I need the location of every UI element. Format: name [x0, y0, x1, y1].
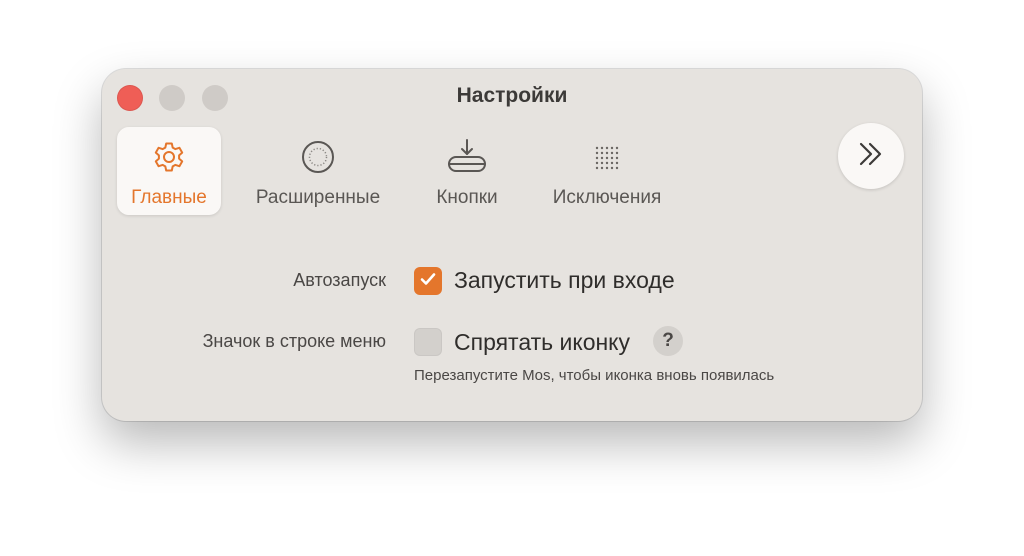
- circle-dots-icon: [300, 137, 336, 175]
- help-button[interactable]: ?: [653, 326, 683, 356]
- tab-general[interactable]: Главные: [117, 127, 221, 215]
- dot-grid-icon: [590, 137, 624, 175]
- tab-general-label: Главные: [131, 187, 207, 208]
- checkmark-icon: [418, 269, 438, 294]
- tab-advanced[interactable]: Расширенные: [245, 127, 391, 215]
- tab-buttons-label: Кнопки: [436, 187, 498, 208]
- preferences-window: Настройки Главные Расширенные Кнопки Иск…: [102, 69, 922, 421]
- hide-icon-option-label[interactable]: Спрятать иконку: [454, 329, 630, 356]
- tab-exclusions[interactable]: Исключения: [542, 127, 672, 215]
- autostart-checkbox[interactable]: [414, 267, 442, 295]
- window-title: Настройки: [456, 84, 568, 107]
- double-chevron-right-icon: [856, 141, 886, 172]
- autostart-option-label[interactable]: Запустить при входе: [454, 267, 675, 294]
- tray-download-icon: [445, 137, 489, 175]
- hide-icon-checkbox[interactable]: [414, 328, 442, 356]
- menubar-icon-label: Значок в строке меню: [202, 331, 386, 351]
- restart-hint: Перезапустите Mos, чтобы иконка вновь по…: [414, 367, 775, 384]
- tab-advanced-label: Расширенные: [255, 187, 381, 208]
- autostart-label: Автозапуск: [293, 270, 386, 290]
- toolbar-overflow-button[interactable]: [838, 123, 904, 189]
- tab-buttons[interactable]: Кнопки: [422, 127, 512, 215]
- gear-icon: [151, 137, 187, 175]
- tab-exclusions-label: Исключения: [552, 187, 662, 208]
